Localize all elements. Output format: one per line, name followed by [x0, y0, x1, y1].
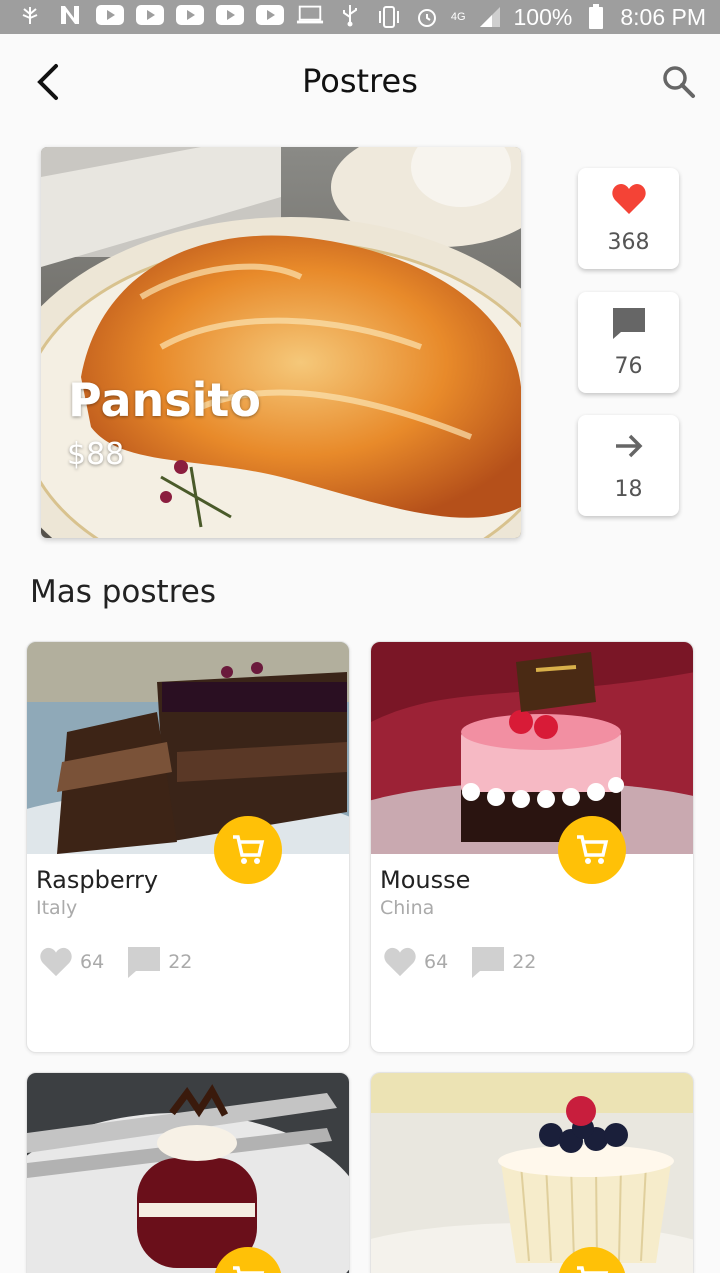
share-button[interactable]: 18 [578, 415, 679, 516]
n-icon [56, 4, 84, 26]
add-to-cart-button[interactable] [558, 816, 626, 884]
heart-icon [40, 947, 72, 977]
network-type: 4G [450, 10, 466, 23]
featured-price: $88 [67, 437, 125, 472]
signal-icon [476, 6, 504, 28]
product-comment-count: 22 [168, 951, 193, 973]
product-name: Mousse [380, 866, 471, 894]
featured-card[interactable]: Pansito $88 [41, 147, 521, 538]
product-card[interactable] [26, 1072, 350, 1273]
product-card[interactable]: Mousse China 64 22 [370, 641, 694, 1053]
cheesecake-image [371, 1073, 693, 1273]
product-comment-count: 22 [512, 951, 537, 973]
arrow-forward-icon [615, 434, 642, 458]
usb-icon [336, 4, 364, 27]
comment-icon [472, 947, 505, 978]
battery-percent: 100% [513, 3, 573, 30]
search-button[interactable] [660, 63, 698, 101]
like-button[interactable]: 368 [578, 168, 679, 269]
red-velvet-cake-image [27, 1073, 349, 1273]
product-card[interactable] [370, 1072, 694, 1273]
add-to-cart-button[interactable] [214, 816, 282, 884]
product-name: Raspberry [36, 866, 159, 894]
share-count: 18 [614, 477, 643, 502]
cart-icon [233, 835, 265, 864]
product-like-count: 64 [424, 951, 449, 973]
comment-button[interactable]: 76 [578, 292, 679, 393]
youtube-icon [216, 4, 244, 26]
page-title: Postres [302, 62, 418, 100]
product-likes[interactable]: 64 [38, 946, 104, 978]
youtube-icon [256, 4, 284, 26]
heart-icon [384, 947, 416, 977]
comment-icon [128, 947, 161, 978]
comment-count: 76 [614, 354, 643, 379]
like-count: 368 [607, 230, 650, 255]
chocolate-cake-image [27, 642, 349, 854]
heart-icon [611, 184, 646, 214]
cart-icon [233, 1266, 265, 1273]
laptop-icon [296, 4, 324, 26]
product-origin: China [380, 897, 435, 919]
search-icon [663, 66, 695, 98]
leaf-icon [16, 4, 44, 26]
cart-icon [577, 835, 609, 864]
product-comments[interactable]: 22 [126, 945, 192, 979]
status-bar: 4G 100% 8:06 PM [0, 0, 720, 34]
product-like-count: 64 [80, 951, 105, 973]
youtube-icon [96, 4, 124, 26]
youtube-icon [136, 4, 164, 26]
croissant-image [41, 147, 521, 538]
section-title: Mas postres [30, 574, 216, 610]
battery-icon [582, 4, 610, 29]
clock: 8:06 PM [620, 3, 706, 30]
comment-icon [612, 308, 645, 339]
youtube-icon [176, 4, 204, 26]
featured-name: Pansito [68, 373, 262, 427]
product-card[interactable]: Raspberry Italy 64 22 [26, 641, 350, 1053]
product-origin: Italy [36, 897, 78, 919]
cart-icon [577, 1266, 609, 1273]
vibrate-icon [375, 6, 403, 28]
product-comments[interactable]: 22 [470, 945, 536, 979]
mousse-cake-image [371, 642, 693, 854]
alarm-icon [413, 6, 441, 28]
product-likes[interactable]: 64 [382, 946, 448, 978]
